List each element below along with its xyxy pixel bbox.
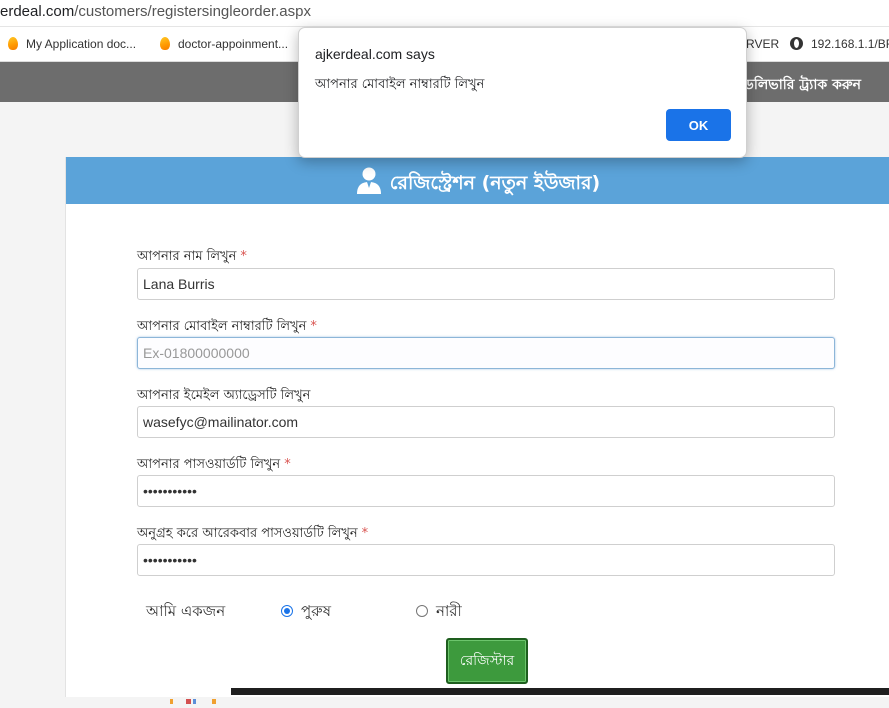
required-marker: *: [240, 249, 247, 264]
firebase-icon: [8, 37, 18, 50]
password-label-text: আপনার পাসওয়ার্ডটি লিখুন: [137, 457, 281, 472]
gender-option-label: পুরুষ: [301, 602, 331, 620]
dialog-title: ajkerdeal.com says: [315, 46, 435, 62]
gender-label: আমি একজন: [146, 602, 226, 620]
confirm-password-input[interactable]: [137, 544, 835, 576]
firebase-icon: [160, 37, 170, 50]
url-host: erdeal.com: [0, 3, 75, 20]
bookmark-label: 192.168.1.1/BR: [811, 37, 889, 51]
mobile-label: আপনার মোবাইল নাম্বারটি লিখুন *: [137, 317, 317, 338]
bookmark-label: My Application doc...: [26, 37, 137, 51]
gender-option-female[interactable]: নারী: [416, 600, 462, 625]
registration-card: রেজিস্ট্রেশন (নতুন ইউজার) আপনার নাম লিখু…: [65, 157, 889, 697]
password-label: আপনার পাসওয়ার্ডটি লিখুন *: [137, 455, 291, 476]
gender-option-label: নারী: [436, 602, 462, 620]
address-bar[interactable]: erdeal.com/customers/registersingleorder…: [0, 0, 889, 27]
confirm-password-label: অনুগ্রহ করে আরেকবার পাসওয়ার্ডটি লিখুন *: [137, 524, 368, 545]
name-label: আপনার নাম লিখুন *: [137, 247, 247, 268]
bookmark-item[interactable]: 192.168.1.1/BR: [790, 36, 889, 52]
email-input[interactable]: [137, 406, 835, 438]
taskbar: [231, 688, 889, 695]
alert-dialog: ajkerdeal.com says আপনার মোবাইল নাম্বারট…: [298, 27, 747, 158]
taskbar-icons: [168, 689, 228, 704]
required-marker: *: [284, 457, 291, 472]
url-path: /customers/registersingleorder.aspx: [74, 3, 311, 20]
taskbar-app-icons: [170, 699, 216, 704]
ok-button[interactable]: OK: [666, 109, 731, 141]
card-header: রেজিস্ট্রেশন (নতুন ইউজার): [66, 157, 889, 204]
confirm-password-label-text: অনুগ্রহ করে আরেকবার পাসওয়ার্ডটি লিখুন: [137, 526, 358, 541]
page-title: রেজিস্ট্রেশন (নতুন ইউজার): [356, 167, 600, 196]
register-button[interactable]: রেজিস্টার: [446, 638, 528, 684]
title-text: রেজিস্ট্রেশন (নতুন ইউজার): [389, 172, 601, 194]
name-input[interactable]: [137, 268, 835, 300]
name-label-text: আপনার নাম লিখুন: [137, 249, 237, 264]
bookmark-label: RVER: [746, 37, 780, 51]
bookmark-item[interactable]: doctor-appoinment...: [160, 36, 288, 52]
email-label: আপনার ইমেইল অ্যাড্রেসটি লিখুন: [137, 386, 310, 407]
mobile-label-text: আপনার মোবাইল নাম্বারটি লিখুন: [137, 319, 307, 334]
required-marker: *: [310, 319, 317, 334]
email-label-text: আপনার ইমেইল অ্যাড্রেসটি লিখুন: [137, 388, 311, 403]
dialog-message: আপনার মোবাইল নাম্বারটি লিখুন: [315, 77, 485, 92]
bookmark-item[interactable]: My Application doc...: [8, 36, 136, 52]
user-icon: [356, 167, 381, 194]
radio-checked-icon[interactable]: [281, 605, 293, 617]
mobile-input[interactable]: [137, 337, 835, 369]
password-input[interactable]: [137, 475, 835, 507]
globe-icon: [790, 37, 803, 50]
track-delivery-link[interactable]: ডেলিভারি ট্র্যাক করুন: [738, 73, 861, 97]
bookmark-item[interactable]: RVER: [746, 36, 779, 52]
radio-unchecked-icon[interactable]: [416, 605, 428, 617]
bookmark-label: doctor-appoinment...: [178, 37, 289, 51]
gender-option-male[interactable]: পুরুষ: [281, 600, 331, 625]
required-marker: *: [361, 526, 369, 541]
